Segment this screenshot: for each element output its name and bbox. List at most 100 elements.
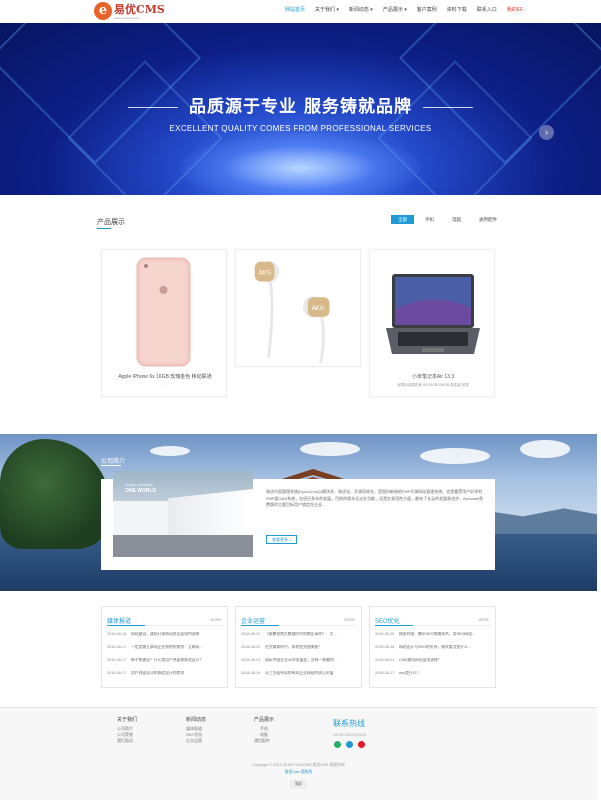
news-panel-media: 媒体报道 MORE 2018-06-18 网站建设，建站开源和动态页面如何选择 2… [101, 606, 228, 688]
news-row[interactable]: 2018-06-17 一定是做互联网企业和他的策划：互联网... [107, 645, 223, 650]
title-underline [241, 625, 279, 626]
news-panel-operations: 企业运营 MORE 2018-06-01 《颠覆营销大数据时代的商业革命》：大..… [235, 606, 362, 688]
title-underline [375, 625, 413, 626]
tab-phones[interactable]: 手机 [418, 215, 441, 224]
product-name: 小米笔记本Air 13.3 [411, 374, 455, 380]
news-date: 2018-06-01 [241, 645, 261, 649]
product-card[interactable]: AKG AKG [235, 249, 361, 367]
photo-subtitle: GLOBAL BUSINESS [125, 483, 153, 487]
product-card[interactable]: Apple iPhone 6s 16GB 玫瑰金色 移动联通 ... [101, 249, 227, 397]
footer-link[interactable]: 企业运营 [186, 738, 206, 744]
news-text: 用户界面设计和体验设计的差别 [131, 671, 185, 675]
logo-sub: www.eyoucms.com [114, 16, 140, 20]
footer-col-about: 关于我们 公司简介 公司荣誉 我们面试 [117, 716, 137, 744]
news-date: 2018-06-17 [107, 645, 127, 649]
news-panel-title[interactable]: 企业运营 [241, 616, 265, 625]
news-date: 2018-05-29 [375, 632, 395, 636]
nav-item-cases[interactable]: 客户案例 [412, 4, 442, 18]
news-panel-title[interactable]: 媒体报道 [107, 616, 131, 625]
wechat-icon[interactable] [334, 741, 341, 748]
news-date: 2018-06-01 [241, 658, 261, 662]
tab-laptops[interactable]: 电脑 [445, 215, 468, 224]
main-nav: 网站首页 关于我们 ▾ 新闻动态 ▾ 产品展示 ▾ 客户案例 资料下载 联系入口… [280, 4, 528, 18]
nav-item-downloads[interactable]: 资料下载 [442, 4, 472, 18]
news-text: CMS建站网站适用选择？ [399, 658, 442, 662]
nav-item-home[interactable]: 网站首页 [280, 4, 310, 18]
logo-mark: e [94, 2, 112, 20]
cloud [300, 442, 360, 456]
news-row[interactable]: 2018-06-19 从三方面布局的布局企业网站的核心价值 [241, 671, 357, 676]
news-row[interactable]: 2018-06-17 新手和建设？什么是用户界面和体验设计？ [107, 658, 223, 663]
news-row[interactable]: 2018-06-01 国际中国企业40年发展史，总有一款最你... [241, 658, 357, 663]
news-text: 新手和建设？什么是用户界面和体验设计？ [131, 658, 204, 662]
nav-item-contact[interactable]: 联系入口 [472, 4, 502, 18]
social-links [334, 741, 365, 748]
products-title-underline [97, 228, 111, 229]
trees [0, 439, 110, 549]
nav-item-about[interactable]: 关于我们 ▾ [310, 4, 344, 18]
about-text: 易优内容管理系统(EyouCms)以模块多、易优化、开源而闻名，是国内新锐的PH… [266, 489, 484, 507]
logo-brand: 易优CMS [114, 3, 165, 16]
news-panel-title[interactable]: SEO优化 [375, 616, 400, 625]
news-row[interactable]: 2018-06-18 网站建设，建站开源和动态页面如何选择 [107, 632, 223, 637]
news-row[interactable]: 2018-05-16 网站设计与SEO的关系，需求重点是什么... [375, 645, 491, 650]
building [168, 489, 253, 535]
products-section-title: 产品展示 [97, 219, 125, 226]
news-more-link[interactable]: MORE [345, 618, 356, 622]
news-more-link[interactable]: MORE [479, 618, 490, 622]
site-footer: 关于我们 公司简介 公司荣誉 我们面试 新闻动态 媒体报道 SEO优化 企业运营… [0, 707, 597, 800]
news-text: 一定是做互联网企业和他的策划：互联网... [131, 645, 203, 649]
back-to-top-button[interactable]: 顶部 [290, 780, 306, 789]
title-underline [107, 625, 145, 626]
hero-subtitle: EXCELLENT QUALITY COMES FROM PROFESSIONA… [169, 124, 432, 133]
about-section: 公司简介 GLOBAL BUSINESS ONE WORLD 易优内容管理系统(… [0, 434, 597, 591]
product-filter-tabs: 全部 手机 电脑 通用配件 [391, 215, 504, 224]
news-text: 搜索时候：腾讯SEO策略技术，用SEO网站... [399, 632, 476, 636]
nav-item-member[interactable]: 我的EF [502, 4, 528, 18]
laptop-image [386, 274, 480, 354]
company-photo: GLOBAL BUSINESS ONE WORLD [113, 471, 253, 557]
footer-col-title: 产品展示 [254, 717, 275, 723]
news-date: 2018-06-17 [107, 671, 127, 675]
cloud [520, 440, 570, 458]
nav-item-news[interactable]: 新闻动态 ▾ [344, 4, 378, 18]
news-row[interactable]: 2018-06-01 社交媒体时代，如何找到追随者？ [241, 645, 357, 650]
news-text: seo是什么？ [399, 671, 421, 675]
tab-all[interactable]: 全部 [391, 215, 414, 224]
news-row[interactable]: 2018-05-29 搜索时候：腾讯SEO策略技术，用SEO网站... [375, 632, 491, 637]
powered-by-link[interactable]: 易优Cms 版权所 [0, 770, 597, 775]
news-text: 《颠覆营销大数据时代的商业革命》：大... [265, 632, 337, 636]
news-more-link[interactable]: MORE [211, 618, 222, 622]
product-name: Apple iPhone 6s 16GB 玫瑰金色 移动联通 [118, 374, 212, 380]
footer-col-news: 新闻动态 媒体报道 SEO优化 企业运营 [186, 716, 206, 744]
news-date: 2018-05-17 [375, 671, 395, 675]
news-row[interactable]: 2018-05-17 seo是什么？ [375, 671, 491, 676]
product-desc: 轻薄全金属机身 i5/i7/8GB/256GB 高性能 轻薄 [397, 383, 469, 387]
hero-banner[interactable]: 品质源于专业 服务铸就品牌 EXCELLENT QUALITY COMES FR… [0, 23, 601, 195]
news-date: 2018-06-01 [241, 632, 261, 636]
news-row[interactable]: 2018-06-01 CMS建站网站适用选择？ [375, 658, 491, 663]
hotline-number: XXXX-XXXXXXXX [333, 732, 367, 737]
cloud [420, 448, 490, 464]
site-logo[interactable]: e 易优CMS www.eyoucms.com [94, 2, 165, 20]
qq-icon[interactable] [346, 741, 353, 748]
footer-col-title: 新闻动态 [186, 717, 207, 723]
chevron-right-icon[interactable]: › [539, 125, 554, 140]
product-card[interactable]: 小米笔记本Air 13.3 轻薄全金属机身 i5/i7/8GB/256GB 高性… [369, 249, 495, 397]
footer-link[interactable]: 我们面试 [117, 738, 137, 744]
cloud [150, 446, 190, 456]
footer-col-title: 关于我们 [117, 717, 138, 723]
about-title-underline [101, 465, 121, 466]
svg-text:AKG: AKG [312, 306, 325, 312]
weibo-icon[interactable] [358, 741, 365, 748]
news-row[interactable]: 2018-06-17 用户界面设计和体验设计的差别 [107, 671, 223, 676]
news-text: 从三方面布局的布局企业网站的核心价值 [265, 671, 334, 675]
tab-accessories[interactable]: 通用配件 [472, 215, 504, 224]
news-date: 2018-06-19 [241, 671, 261, 675]
news-row[interactable]: 2018-06-01 《颠覆营销大数据时代的商业革命》：大... [241, 632, 357, 637]
nav-item-products[interactable]: 产品展示 ▾ [378, 4, 412, 18]
footer-link[interactable]: 通用配件 [254, 738, 274, 744]
news-date: 2018-05-16 [375, 645, 395, 649]
view-more-button[interactable]: 查看更多 > [266, 535, 298, 544]
news-date: 2018-06-18 [107, 632, 127, 636]
